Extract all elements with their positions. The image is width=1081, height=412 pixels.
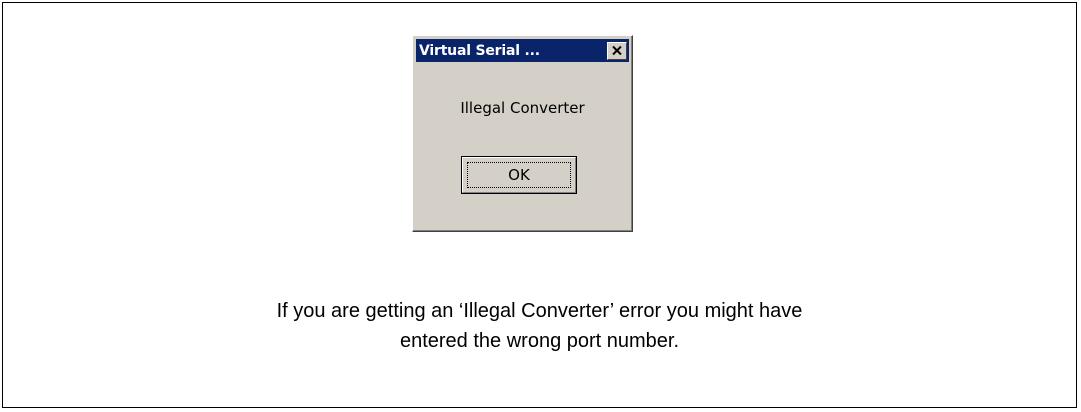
caption-line-1: If you are getting an ‘Illegal Converter…: [276, 300, 803, 322]
explanation-caption: If you are getting an ‘Illegal Converter…: [3, 296, 1076, 356]
error-dialog: Virtual Serial ... Illegal Converter OK: [412, 35, 633, 232]
close-button[interactable]: [607, 41, 627, 60]
dialog-titlebar[interactable]: Virtual Serial ...: [416, 39, 629, 62]
caption-line-2: entered the wrong port number.: [399, 330, 680, 352]
ok-button-label: OK: [508, 166, 530, 184]
figure-frame: Virtual Serial ... Illegal Converter OK …: [2, 2, 1077, 408]
close-icon: [612, 46, 622, 55]
dialog-title: Virtual Serial ...: [419, 42, 540, 59]
dialog-message: Illegal Converter: [460, 99, 585, 117]
ok-button[interactable]: OK: [461, 156, 577, 194]
